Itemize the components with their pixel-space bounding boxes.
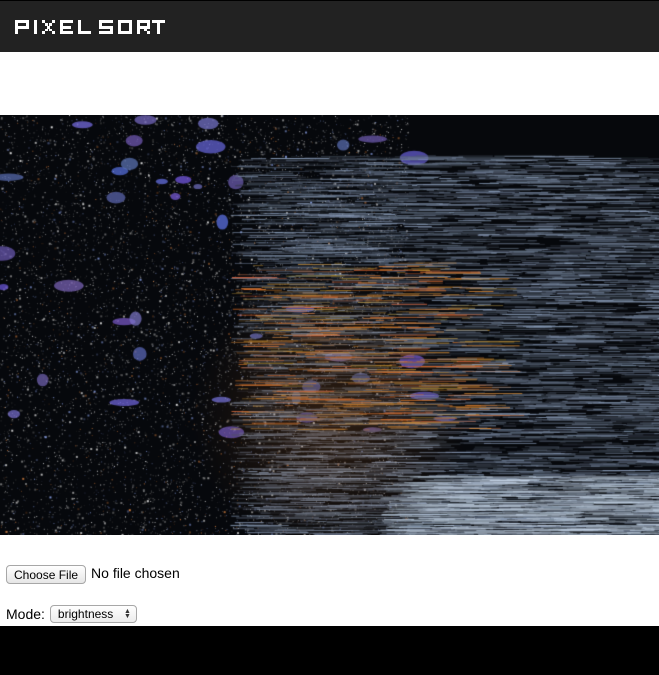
mode-label: Mode: bbox=[6, 606, 45, 622]
app-header bbox=[0, 0, 659, 52]
file-status-text: No file chosen bbox=[91, 565, 180, 581]
pixel-sorted-image bbox=[0, 115, 659, 535]
mode-row: Mode: brightness ▲ ▼ bbox=[6, 605, 137, 623]
mode-select[interactable]: brightness ▲ ▼ bbox=[49, 605, 137, 623]
updown-arrows-icon: ▲ ▼ bbox=[123, 608, 131, 620]
pixelsort-logo bbox=[15, 18, 165, 36]
mode-selected-value: brightness bbox=[57, 607, 114, 621]
choose-file-button[interactable]: Choose File bbox=[6, 565, 87, 584]
logo-wordmark bbox=[15, 20, 165, 34]
sorted-image-canvas bbox=[0, 115, 659, 535]
file-input-row: Choose File No file chosen bbox=[6, 562, 180, 584]
page-footer bbox=[0, 626, 659, 675]
